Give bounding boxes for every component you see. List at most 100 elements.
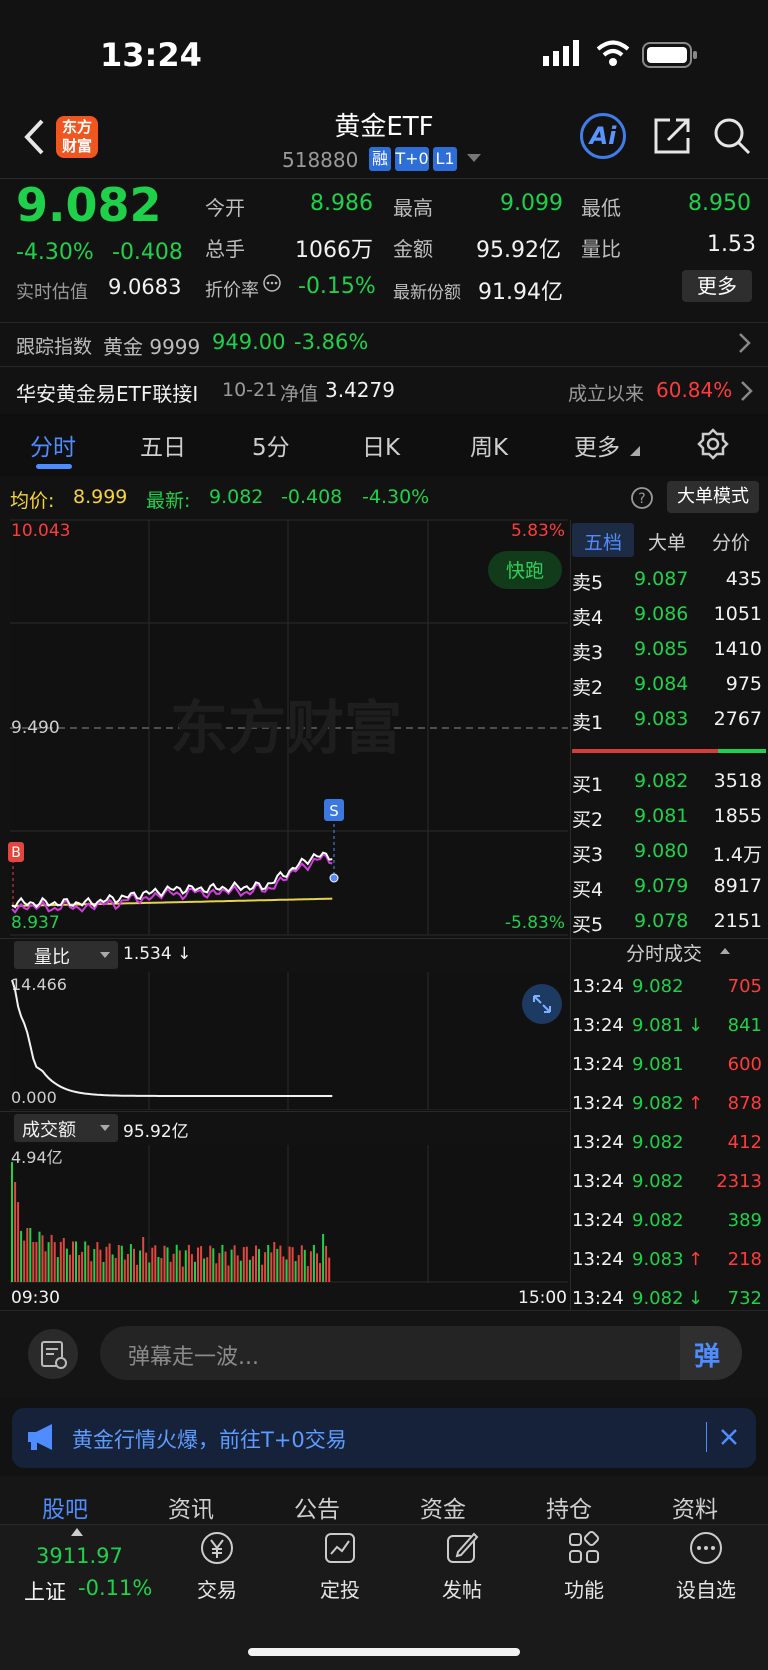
bid-label: 买2 [572,809,604,831]
linked-fund-name[interactable]: 华安黄金易ETF联接I [16,378,198,407]
tracking-name[interactable]: 黄金 9999 [103,331,200,360]
amount-bar [224,1251,227,1282]
trade-volume: 732 [727,1288,762,1309]
bid-row-4: 买4 9.079 8917 [570,869,768,903]
latest-label: 最新: [146,490,191,512]
bid-label: 买4 [572,879,604,901]
amount-chart[interactable]: 4.94亿 [0,1145,570,1283]
bid-label: 买5 [572,914,604,936]
amount-bar [242,1247,245,1282]
ob-tab-five-levels[interactable]: 五档 [584,528,622,555]
bid-price: 9.080 [634,840,689,862]
amount-bar [102,1262,105,1282]
share-icon[interactable] [652,116,692,156]
amount-bar [255,1245,257,1282]
amount-bar [93,1249,96,1282]
amount-bar [312,1245,315,1282]
linked-nav: 3.4279 [325,378,395,402]
info-dots-icon[interactable] [262,273,282,293]
search-icon[interactable] [712,116,752,156]
amount-bar [230,1249,233,1282]
index-value[interactable]: 3911.97 [36,1544,123,1568]
close-icon[interactable] [719,1427,739,1447]
index-pct: -0.11% [78,1576,153,1600]
trade-row: 13:24 9.082 705 [570,968,768,1007]
tab-profile[interactable]: 资料 [672,1490,718,1524]
stock-code: 518880 [282,148,359,172]
amount-bar [148,1262,151,1282]
trade-price: 9.081 [632,1054,684,1075]
ratio-top-label: 14.466 [11,975,67,994]
avg-value: 8.999 [73,486,128,508]
dropdown-icon[interactable] [467,154,481,164]
amount-bar [282,1256,285,1282]
trade-price: 9.082 [632,1210,684,1231]
big-order-mode-button[interactable]: 大单模式 [667,481,759,513]
caret-up-icon [720,948,730,954]
tab-news[interactable]: 资讯 [168,1490,214,1524]
notes-button[interactable] [28,1329,78,1379]
settings-gear-icon[interactable] [697,428,729,460]
amount-bar [251,1256,254,1282]
dock-post[interactable]: 发帖 [422,1530,502,1603]
bid-label: 买3 [572,844,604,866]
tab-holdings[interactable]: 持仓 [546,1490,592,1524]
bid-volume: 1.4万 [712,844,762,866]
amount-bar [194,1261,196,1282]
chevron-right-icon[interactable] [740,380,754,402]
ai-button[interactable]: Ai [580,113,626,159]
ratio-bottom-label: 0.000 [11,1088,57,1107]
amount-bar [285,1259,288,1282]
dock-watchlist[interactable]: 设自选 [666,1530,746,1603]
tab-forum[interactable]: 股吧 [42,1490,88,1524]
amount-bar [276,1248,279,1282]
svg-text:?: ? [638,491,645,507]
amount-bar [258,1249,260,1282]
amount-bar [190,1254,193,1282]
trade-row: 13:24 9.082 2313 [570,1163,768,1202]
chart-mid-price: 9.490 [11,718,60,738]
trade-volume: 412 [727,1132,762,1153]
sell-marker-label: S [329,802,339,820]
trade-price: 9.081 [632,1015,684,1036]
help-icon[interactable]: ? [630,486,654,510]
dock-trade[interactable]: 交易 [177,1530,257,1603]
ask-volume: 1410 [713,638,762,660]
amount-bar [233,1245,236,1282]
ratio-chart[interactable]: 14.466 0.000 [0,972,570,1110]
amount-bar [139,1250,142,1282]
amount-bar [133,1248,135,1282]
trades-title[interactable]: 分时成交 [626,939,702,966]
tab-daily-k[interactable]: 日K [362,428,400,462]
intraday-chart[interactable]: 东方财富 10.043 5.83% 9.490 8.937 -5.83% 快跑 … [0,518,570,938]
tab-intraday[interactable]: 分时 [30,428,76,462]
bid-price: 9.078 [634,910,689,932]
tab-5day[interactable]: 五日 [140,428,186,462]
ask-label: 卖2 [572,677,604,699]
amount-bar [84,1241,87,1282]
ask-label: 卖1 [572,712,604,734]
tab-more[interactable]: 更多 [574,428,620,462]
amount-bar [114,1257,117,1282]
trade-row: 13:24 9.082 412 [570,1124,768,1163]
dock-invest[interactable]: 定投 [300,1530,380,1603]
tab-weekly-k[interactable]: 周K [470,428,508,462]
tab-funds[interactable]: 资金 [420,1490,466,1524]
trade-volume: 2313 [716,1171,762,1192]
linked-nav-label: 净值 [280,383,319,405]
chevron-right-icon[interactable] [738,332,752,354]
amount-bar [81,1251,84,1282]
ob-tab-big-orders[interactable]: 大单 [648,528,686,555]
amount-bar [184,1250,187,1282]
tab-announcements[interactable]: 公告 [294,1490,340,1524]
amount-current: 95.92亿 [123,1122,189,1142]
tab-5min[interactable]: 5分 [252,428,290,462]
ask-label: 卖3 [572,642,604,664]
more-button[interactable]: 更多 [682,270,752,302]
caret-down-icon [100,1125,110,1131]
dock-functions[interactable]: 功能 [544,1530,624,1603]
bid-price: 9.082 [634,770,689,792]
bid-price: 9.079 [634,875,689,897]
ob-tab-price-dist[interactable]: 分价 [712,528,750,555]
sell-marker-point [329,873,339,883]
